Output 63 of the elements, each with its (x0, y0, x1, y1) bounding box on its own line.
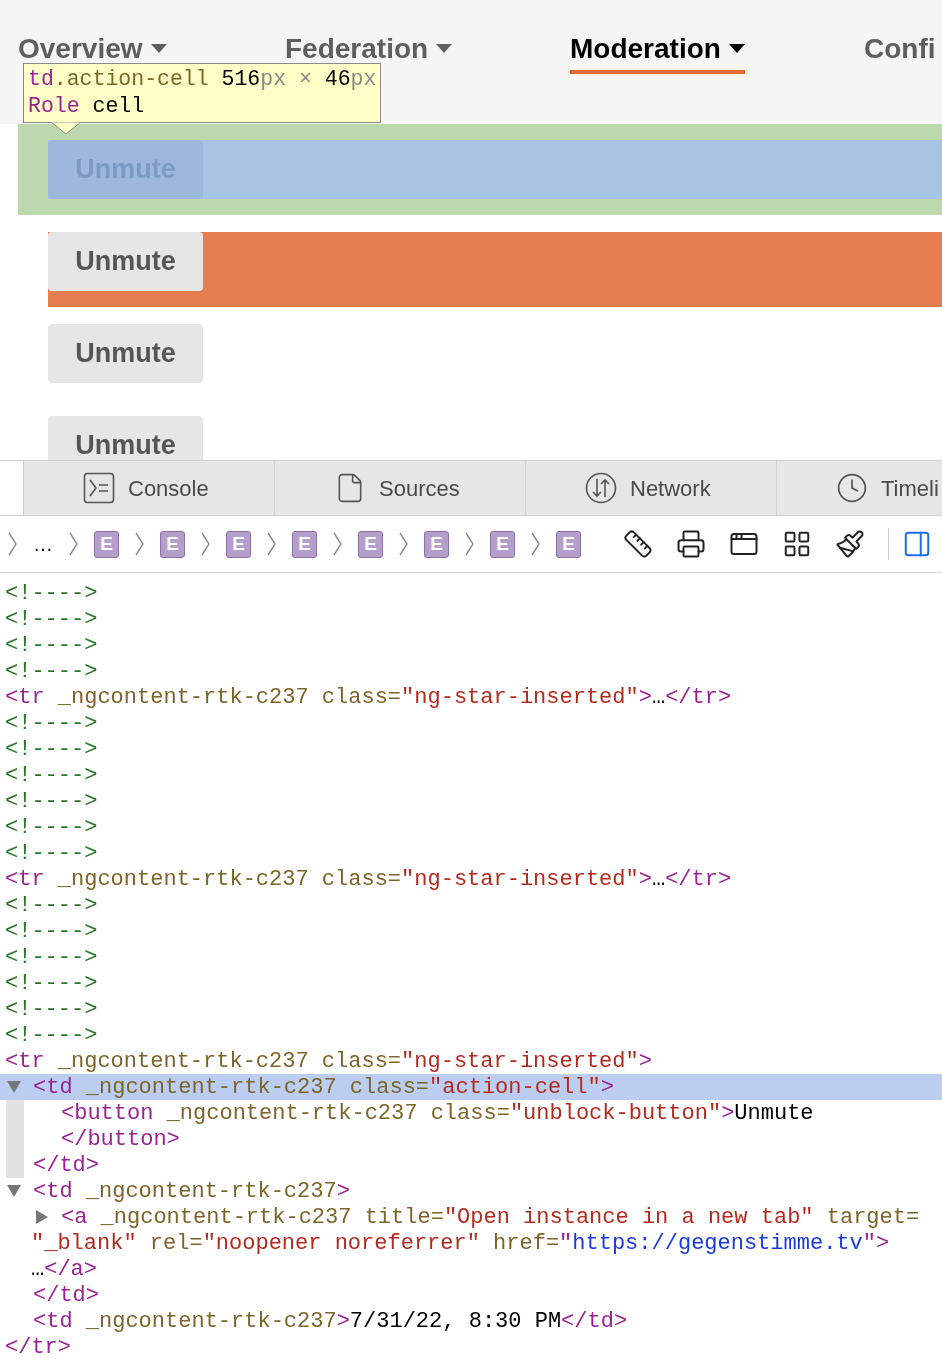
unmute-button[interactable]: Unmute (48, 416, 203, 460)
dom-node-row[interactable]: <!----> (0, 658, 942, 684)
dom-node-row[interactable]: </tr> (0, 1334, 942, 1360)
ruler-icon[interactable] (623, 529, 653, 559)
dom-node-row[interactable]: <!----> (0, 1022, 942, 1048)
dom-node-row[interactable]: <!----> (0, 606, 942, 632)
dom-node-row[interactable]: <tr _ngcontent-rtk-c237 class="ng-star-inserted">…</tr> (0, 684, 942, 710)
chevron-icon (135, 532, 144, 556)
dom-node-row[interactable]: <!----> (0, 944, 942, 970)
selection-gutter (6, 1152, 24, 1178)
dom-node-row[interactable]: </td> (0, 1152, 942, 1178)
dom-node-row[interactable]: <!----> (0, 892, 942, 918)
dom-node-row[interactable]: <!----> (0, 762, 942, 788)
dom-node-row[interactable]: <!----> (0, 580, 942, 606)
dom-node-row[interactable]: <!----> (0, 840, 942, 866)
chevron-icon (333, 532, 342, 556)
dom-node-row[interactable]: <!----> (0, 736, 942, 762)
dom-node-row[interactable]: <!----> (0, 788, 942, 814)
chevron-icon (8, 532, 17, 556)
clock-icon (836, 472, 868, 504)
console-icon (83, 472, 115, 504)
unmute-button[interactable]: Unmute (48, 324, 203, 383)
chevron-icon (267, 532, 276, 556)
expand-triangle-icon[interactable] (7, 1185, 21, 1197)
dom-node-row[interactable]: …</a> (0, 1256, 942, 1282)
chevron-icon (69, 532, 78, 556)
grid-icon[interactable] (782, 529, 812, 559)
collapse-triangle-icon[interactable] (36, 1210, 48, 1224)
dom-node-row[interactable]: <button _ngcontent-rtk-c237 class="unblock-button">Unmute (0, 1100, 942, 1126)
tooltip-pointer (51, 122, 81, 135)
nav-tab[interactable]: Moderation (570, 28, 745, 74)
chevron-icon (531, 532, 540, 556)
dom-node-row[interactable]: <!----> (0, 710, 942, 736)
brush-icon[interactable] (835, 529, 865, 559)
network-icon (585, 472, 617, 504)
dom-node-row[interactable]: <!----> (0, 918, 942, 944)
selection-gutter (6, 1100, 24, 1126)
devtools-tab[interactable]: Network (526, 461, 777, 515)
dom-node-row[interactable]: <td _ngcontent-rtk-c237> (0, 1178, 942, 1204)
dom-node-row[interactable]: <!----> (0, 632, 942, 658)
dom-node-row[interactable]: <!----> (0, 970, 942, 996)
nav-tab[interactable]: Confi (864, 28, 936, 74)
printer-icon[interactable] (676, 529, 706, 559)
dom-node-row[interactable]: </td> (0, 1282, 942, 1308)
dom-node-row[interactable]: <!----> (0, 814, 942, 840)
dom-node-row[interactable]: <td _ngcontent-rtk-c237 class="action-cell"> (0, 1074, 942, 1100)
breadcrumb-ellipsis[interactable]: … (33, 529, 53, 559)
dom-node-row[interactable]: <!----> (0, 996, 942, 1022)
dom-node-row[interactable]: <a _ngcontent-rtk-c237 title="Open instance in a new tab" target= (0, 1204, 942, 1230)
chevron-icon (399, 532, 408, 556)
dom-node-row[interactable]: <td _ngcontent-rtk-c237>7/31/22, 8:30 PM</td> (0, 1308, 942, 1334)
devtools-tab[interactable]: Timeli (777, 461, 942, 515)
unmute-button[interactable]: Unmute (48, 232, 203, 291)
expand-triangle-icon[interactable] (7, 1081, 21, 1093)
sidebar-icon[interactable] (902, 529, 932, 559)
dom-node-row[interactable]: "_blank" rel="noopener noreferrer" href="https://gegenstimme.tv"> (0, 1230, 942, 1256)
dom-node-row[interactable]: <tr _ngcontent-rtk-c237 class="ng-star-inserted">…</tr> (0, 866, 942, 892)
chevron-icon (201, 532, 210, 556)
devtools-tab[interactable]: Sources (275, 461, 526, 515)
dom-node-row[interactable]: </button> (0, 1126, 942, 1152)
chevron-icon (465, 532, 474, 556)
dom-node-row[interactable]: <tr _ngcontent-rtk-c237 class="ng-star-inserted"> (0, 1048, 942, 1074)
devtools-tab[interactable]: Console (24, 461, 275, 515)
